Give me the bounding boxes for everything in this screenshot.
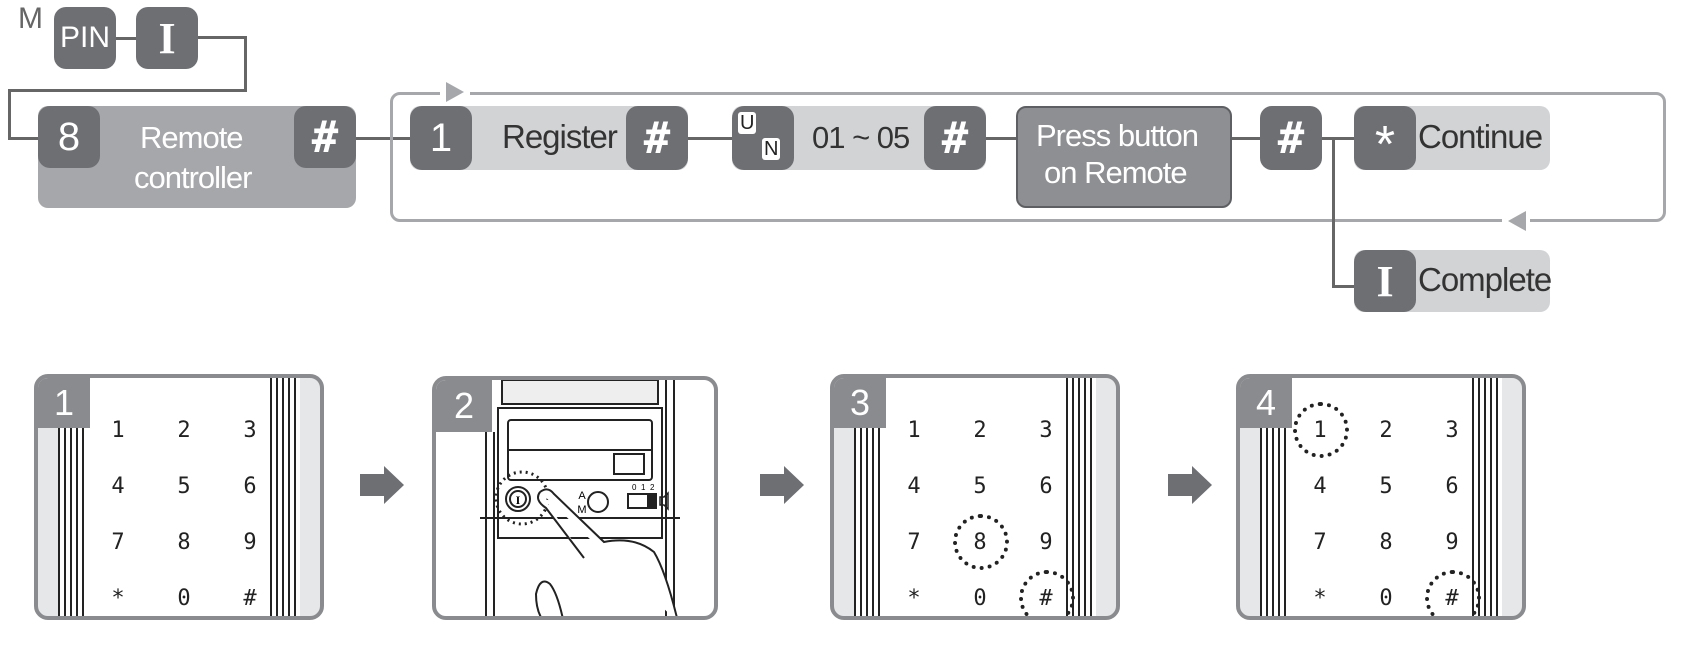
connector: [1332, 137, 1335, 287]
loop-arrow-left-icon: [1508, 211, 1526, 231]
loop-arrow-right-icon: [446, 82, 464, 102]
keypad-key[interactable]: 0: [1366, 586, 1406, 611]
keypad-key[interactable]: *: [98, 586, 138, 611]
next-arrow-head: [784, 466, 804, 504]
keypad-key[interactable]: 3: [230, 418, 270, 443]
pin-key: PIN: [54, 7, 116, 69]
keypad-key[interactable]: *: [894, 586, 934, 611]
connector: [8, 137, 38, 140]
hash-key-icon: #: [626, 106, 688, 170]
next-arrow-icon: [760, 474, 786, 496]
step-1-panel: 1 1 2 3 4 5 6 7 8 9 * 0 #: [34, 374, 324, 620]
keypad-key[interactable]: 7: [98, 530, 138, 555]
svg-text:I: I: [516, 493, 521, 507]
connector: [8, 89, 247, 92]
keypad-key[interactable]: *: [1300, 586, 1340, 611]
user-number-key-icon: U N: [732, 106, 794, 170]
step-number-badge: 3: [834, 378, 886, 428]
step-number-badge: 4: [1240, 378, 1292, 428]
keypad-key[interactable]: 2: [960, 418, 1000, 443]
next-arrow-head: [384, 466, 404, 504]
hash-key-icon: #: [294, 106, 356, 168]
highlight-circle: [1019, 570, 1075, 616]
hash-key-icon: #: [1260, 106, 1322, 170]
connector: [244, 36, 247, 91]
keypad-key[interactable]: 7: [1300, 530, 1340, 555]
lock-panel-illustration: I A M 0 1 2: [480, 380, 680, 616]
keypad-key[interactable]: 9: [1432, 530, 1472, 555]
press-button-label-1: Press button: [1036, 118, 1199, 153]
keypad-key[interactable]: 0: [164, 586, 204, 611]
confirm-key-icon: I: [136, 7, 198, 69]
keypad-key[interactable]: 5: [164, 474, 204, 499]
auto-label: A: [578, 490, 586, 502]
continue-label: Continue: [1418, 118, 1543, 155]
remote-controller-label-2: controller: [134, 160, 252, 195]
connector: [1232, 137, 1262, 140]
step-2-panel: 2 I A M 0 1 2: [432, 376, 718, 620]
connector: [688, 137, 732, 140]
press-button-label-2: on Remote: [1044, 155, 1188, 190]
keypad-key[interactable]: 5: [1366, 474, 1406, 499]
keypad-key[interactable]: 6: [1432, 474, 1472, 499]
star-key-icon: *: [1354, 106, 1416, 171]
keypad-key[interactable]: 9: [1026, 530, 1066, 555]
connector: [198, 36, 246, 39]
keypad-key[interactable]: 4: [894, 474, 934, 499]
keypad-key[interactable]: 1: [894, 418, 934, 443]
keypad-key[interactable]: 2: [1366, 418, 1406, 443]
highlight-circle: [1425, 570, 1481, 616]
keypad-key[interactable]: 6: [1026, 474, 1066, 499]
next-arrow-icon: [360, 474, 386, 496]
register-label: Register: [502, 118, 618, 155]
pin-key-label: PIN: [59, 21, 110, 54]
highlight-circle: [1293, 402, 1349, 458]
connector: [986, 137, 1016, 140]
keypad-key[interactable]: 2: [164, 418, 204, 443]
finger-icon: [534, 488, 678, 616]
keypad-key[interactable]: 5: [960, 474, 1000, 499]
keypad-key[interactable]: 6: [230, 474, 270, 499]
next-arrow-icon: [1168, 474, 1194, 496]
connector: [116, 37, 136, 40]
step-number-badge: 1: [38, 378, 90, 428]
keypad-key[interactable]: 1: [98, 418, 138, 443]
svg-text:0: 0: [632, 483, 637, 492]
keypad-key[interactable]: 3: [1026, 418, 1066, 443]
keypad-key[interactable]: 4: [98, 474, 138, 499]
manual-label: M: [577, 504, 586, 516]
key-1: 1: [410, 106, 472, 170]
next-arrow-head: [1192, 466, 1212, 504]
key-8: 8: [38, 106, 100, 168]
mode-label: M: [18, 2, 43, 35]
connector: [8, 89, 11, 139]
keypad-key[interactable]: 7: [894, 530, 934, 555]
step-3-panel: 3 1 2 3 4 5 6 7 8 9 * 0 #: [830, 374, 1120, 620]
keypad-key[interactable]: 8: [1366, 530, 1406, 555]
keypad-key[interactable]: 3: [1432, 418, 1472, 443]
step-4-panel: 4 1 2 3 4 5 6 7 8 9 * 0 #: [1236, 374, 1526, 620]
keypad-key[interactable]: 9: [230, 530, 270, 555]
connector: [1322, 137, 1354, 140]
keypad-key[interactable]: #: [230, 586, 270, 611]
keypad-key[interactable]: 4: [1300, 474, 1340, 499]
complete-label: Complete: [1418, 261, 1552, 298]
svg-text:1: 1: [641, 483, 646, 492]
connector: [1332, 285, 1354, 288]
remote-controller-label-1: Remote: [140, 120, 244, 155]
range-label: 01 ~ 05: [812, 120, 910, 155]
hash-key-icon: #: [924, 106, 986, 170]
highlight-circle: [953, 514, 1009, 570]
keypad-key[interactable]: 8: [164, 530, 204, 555]
complete-key-icon: I: [1354, 250, 1416, 312]
svg-text:2: 2: [650, 483, 655, 492]
keypad-key[interactable]: 0: [960, 586, 1000, 611]
